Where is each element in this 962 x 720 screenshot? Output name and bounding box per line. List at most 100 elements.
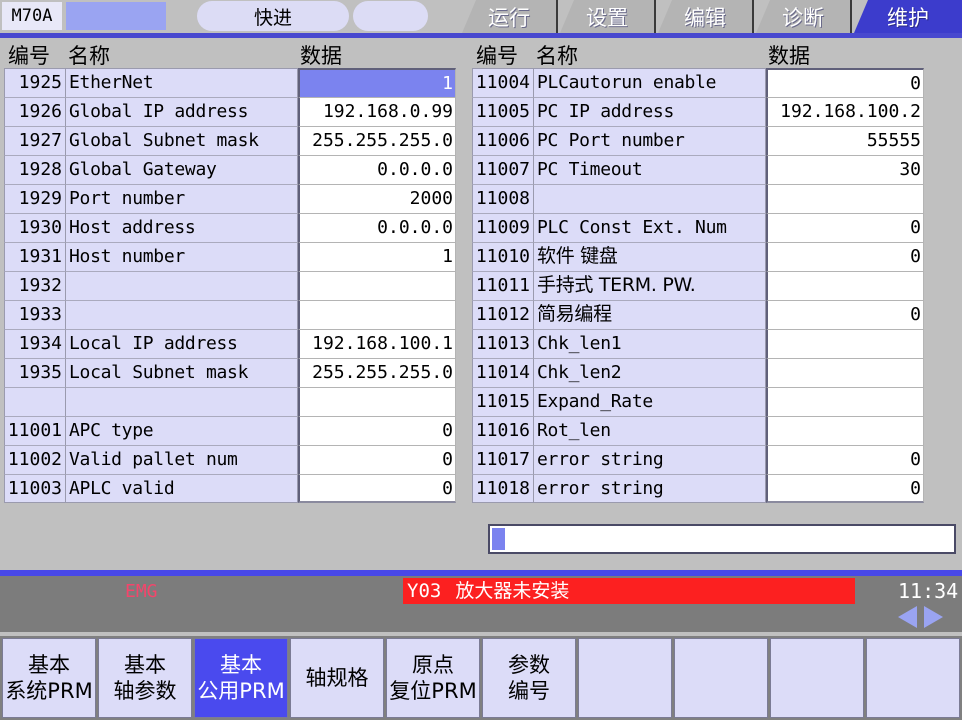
parameter-number-cell[interactable]: 1934 xyxy=(4,329,66,358)
arrow-right-icon[interactable] xyxy=(924,606,943,628)
parameter-name-cell[interactable]: PLC Const Ext. Num xyxy=(534,213,766,242)
parameter-name-cell[interactable]: Host address xyxy=(66,213,298,242)
table-row[interactable]: 11004PLCautorun enable0 xyxy=(472,68,924,97)
function-key-6[interactable]: 参数编号 xyxy=(482,638,576,718)
table-row[interactable]: 1925EtherNet1 xyxy=(4,68,456,97)
parameter-number-cell[interactable] xyxy=(4,387,66,416)
tab-maintenance[interactable]: 维护 xyxy=(854,0,962,33)
parameter-number-cell[interactable]: 11001 xyxy=(4,416,66,445)
parameter-data-cell[interactable]: 255.255.255.0 xyxy=(298,126,456,155)
parameter-data-cell[interactable] xyxy=(298,300,456,329)
function-key-7[interactable] xyxy=(578,638,672,718)
parameter-data-cell[interactable]: 0 xyxy=(766,300,924,329)
parameter-number-cell[interactable]: 1926 xyxy=(4,97,66,126)
function-key-2[interactable]: 基本轴参数 xyxy=(98,638,192,718)
parameter-number-cell[interactable]: 11012 xyxy=(472,300,534,329)
function-key-9[interactable] xyxy=(770,638,864,718)
table-row[interactable]: 11003APLC valid0 xyxy=(4,474,456,503)
parameter-data-cell[interactable]: 0 xyxy=(766,213,924,242)
parameter-data-cell[interactable]: 0 xyxy=(766,445,924,474)
table-row[interactable]: 11001APC type0 xyxy=(4,416,456,445)
parameter-name-cell[interactable]: Port number xyxy=(66,184,298,213)
parameter-data-cell[interactable]: 30 xyxy=(766,155,924,184)
parameter-number-cell[interactable]: 11014 xyxy=(472,358,534,387)
parameter-data-cell[interactable] xyxy=(298,387,456,416)
table-row[interactable]: 1935Local Subnet mask255.255.255.0 xyxy=(4,358,456,387)
parameter-data-cell[interactable] xyxy=(766,184,924,213)
parameter-name-cell[interactable]: PLCautorun enable xyxy=(534,68,766,97)
function-key-10[interactable] xyxy=(866,638,960,718)
parameter-name-cell[interactable]: Rot_len xyxy=(534,416,766,445)
parameter-data-cell[interactable]: 0 xyxy=(766,474,924,503)
parameter-name-cell[interactable]: Local Subnet mask xyxy=(66,358,298,387)
table-row[interactable]: 11007PC Timeout30 xyxy=(472,155,924,184)
table-row[interactable]: 11002Valid pallet num0 xyxy=(4,445,456,474)
tab-operation[interactable]: 运行 xyxy=(462,0,558,33)
parameter-number-cell[interactable]: 1932 xyxy=(4,271,66,300)
function-key-8[interactable] xyxy=(674,638,768,718)
parameter-name-cell[interactable]: Global Subnet mask xyxy=(66,126,298,155)
parameter-name-cell[interactable]: EtherNet xyxy=(66,68,298,97)
function-key-4[interactable]: 轴规格 xyxy=(290,638,384,718)
parameter-data-cell[interactable]: 0.0.0.0 xyxy=(298,155,456,184)
parameter-name-cell[interactable] xyxy=(66,300,298,329)
parameter-number-cell[interactable]: 11003 xyxy=(4,474,66,503)
table-row[interactable]: 11005PC IP address192.168.100.2 xyxy=(472,97,924,126)
table-row[interactable]: 1928Global Gateway0.0.0.0 xyxy=(4,155,456,184)
table-row[interactable]: 11016Rot_len xyxy=(472,416,924,445)
parameter-data-cell[interactable]: 55555 xyxy=(766,126,924,155)
parameter-name-cell[interactable]: APC type xyxy=(66,416,298,445)
parameter-data-cell[interactable] xyxy=(766,416,924,445)
table-row[interactable]: 1926Global IP address192.168.0.99 xyxy=(4,97,456,126)
parameter-number-cell[interactable]: 11011 xyxy=(472,271,534,300)
parameter-data-cell[interactable]: 192.168.100.2 xyxy=(766,97,924,126)
parameter-number-cell[interactable]: 11016 xyxy=(472,416,534,445)
parameter-number-cell[interactable]: 1927 xyxy=(4,126,66,155)
table-row[interactable]: 11014Chk_len2 xyxy=(472,358,924,387)
parameter-name-cell[interactable]: 手持式 TERM. PW. xyxy=(534,271,766,300)
parameter-data-cell[interactable]: 0 xyxy=(298,445,456,474)
parameter-number-cell[interactable]: 1933 xyxy=(4,300,66,329)
parameter-number-cell[interactable]: 1930 xyxy=(4,213,66,242)
parameter-name-cell[interactable]: PC Port number xyxy=(534,126,766,155)
table-row[interactable]: 1927Global Subnet mask255.255.255.0 xyxy=(4,126,456,155)
parameter-number-cell[interactable]: 11015 xyxy=(472,387,534,416)
table-row[interactable]: 11018error string0 xyxy=(472,474,924,503)
parameter-data-cell[interactable]: 0.0.0.0 xyxy=(298,213,456,242)
parameter-name-cell[interactable] xyxy=(534,184,766,213)
parameter-name-cell[interactable]: 简易编程 xyxy=(534,300,766,329)
parameter-data-cell[interactable] xyxy=(766,358,924,387)
parameter-number-cell[interactable]: 1929 xyxy=(4,184,66,213)
parameter-number-cell[interactable]: 11010 xyxy=(472,242,534,271)
parameter-data-cell[interactable]: 192.168.100.1 xyxy=(298,329,456,358)
parameter-data-cell[interactable]: 0 xyxy=(766,242,924,271)
table-row[interactable]: 11006PC Port number55555 xyxy=(472,126,924,155)
table-row[interactable]: 11013Chk_len1 xyxy=(472,329,924,358)
parameter-data-cell[interactable]: 0 xyxy=(298,416,456,445)
parameter-number-cell[interactable]: 11007 xyxy=(472,155,534,184)
parameter-number-cell[interactable]: 1925 xyxy=(4,68,66,97)
table-row[interactable]: 11017error string0 xyxy=(472,445,924,474)
parameter-name-cell[interactable]: Local IP address xyxy=(66,329,298,358)
parameter-number-cell[interactable]: 11013 xyxy=(472,329,534,358)
function-key-5[interactable]: 原点复位PRM xyxy=(386,638,480,718)
parameter-name-cell[interactable]: Host number xyxy=(66,242,298,271)
parameter-value-input[interactable] xyxy=(488,524,956,554)
parameter-name-cell[interactable] xyxy=(66,271,298,300)
parameter-number-cell[interactable]: 11002 xyxy=(4,445,66,474)
parameter-name-cell[interactable]: Expand_Rate xyxy=(534,387,766,416)
parameter-data-cell[interactable] xyxy=(298,271,456,300)
parameter-data-cell[interactable]: 2000 xyxy=(298,184,456,213)
tab-setup[interactable]: 设置 xyxy=(560,0,656,33)
parameter-data-cell[interactable] xyxy=(766,271,924,300)
table-row[interactable]: 11011手持式 TERM. PW. xyxy=(472,271,924,300)
table-row[interactable]: 1931Host number1 xyxy=(4,242,456,271)
table-row[interactable]: 11008 xyxy=(472,184,924,213)
parameter-name-cell[interactable]: 软件 键盘 xyxy=(534,242,766,271)
parameter-name-cell[interactable]: Global Gateway xyxy=(66,155,298,184)
parameter-name-cell[interactable]: Valid pallet num xyxy=(66,445,298,474)
parameter-number-cell[interactable]: 11005 xyxy=(472,97,534,126)
table-row[interactable] xyxy=(4,387,456,416)
table-row[interactable]: 1934Local IP address192.168.100.1 xyxy=(4,329,456,358)
parameter-name-cell[interactable]: Chk_len1 xyxy=(534,329,766,358)
